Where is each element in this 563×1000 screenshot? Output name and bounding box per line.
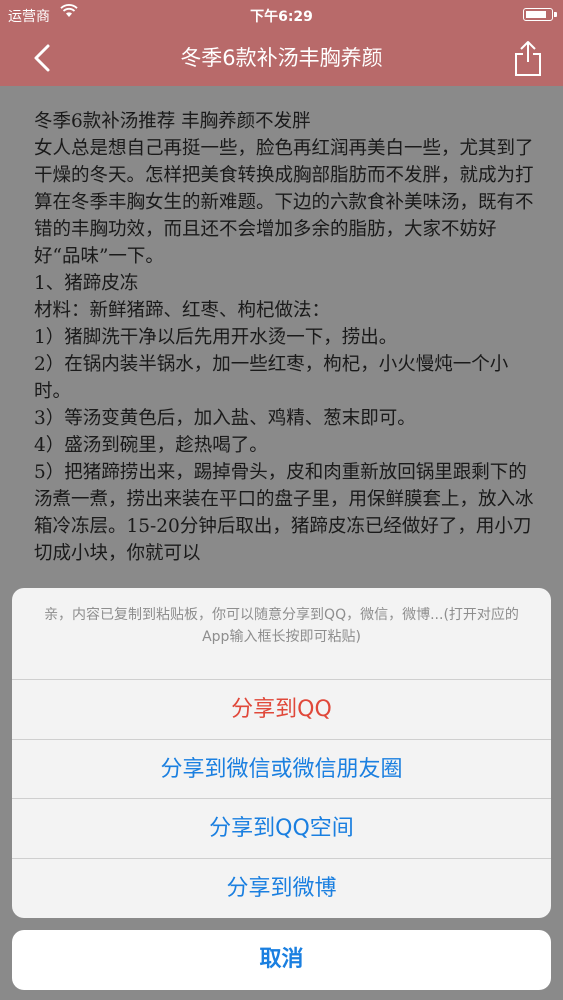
share-wechat-button[interactable]: 分享到微信或微信朋友圈 (12, 740, 551, 799)
page-title: 冬季6款补汤丰胸养颜 (180, 46, 383, 70)
status-bar: 运营商 下午6:29 (0, 0, 563, 30)
share-weibo-button[interactable]: 分享到微博 (12, 859, 551, 919)
share-action-sheet: 亲，内容已复制到粘贴板，你可以随意分享到QQ，微信，微博...(打开对应的App… (12, 588, 551, 918)
share-qzone-button[interactable]: 分享到QQ空间 (12, 799, 551, 859)
share-qq-button[interactable]: 分享到QQ (12, 680, 551, 740)
back-chevron-icon[interactable] (26, 40, 62, 76)
share-icon[interactable] (511, 38, 545, 78)
status-time: 下午6:29 (250, 9, 313, 25)
navigation-bar: 冬季6款补汤丰胸养颜 (0, 30, 563, 86)
battery-icon (523, 8, 557, 21)
sheet-message: 亲，内容已复制到粘贴板，你可以随意分享到QQ，微信，微博...(打开对应的App… (12, 588, 551, 680)
cancel-button[interactable]: 取消 (12, 930, 551, 990)
